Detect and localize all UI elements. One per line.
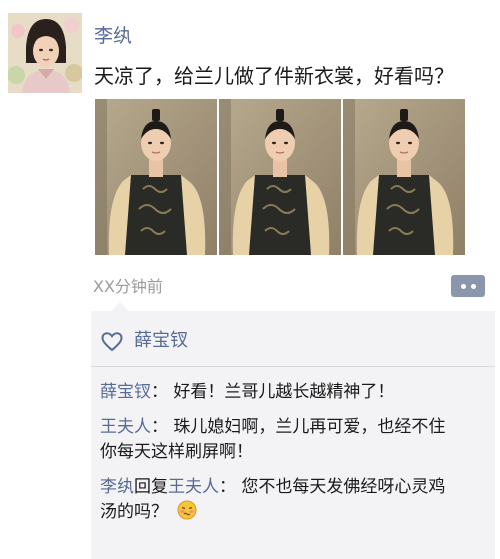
heart-outline-icon — [101, 332, 123, 352]
comment-text: 珠儿媳妇啊，兰儿再可爱，也经不住 — [173, 417, 446, 437]
comment-item[interactable]: 李纨回复王夫人： 您不也每天发佛经呀心灵鸡 汤的吗？ — [100, 475, 490, 525]
comment-separator: ： — [219, 477, 236, 497]
awkward-face-icon — [177, 500, 197, 520]
reply-word: 回复 — [134, 477, 168, 497]
likes-row: 薛宝钗 — [91, 311, 495, 367]
photo-image — [219, 99, 341, 255]
more-actions-button[interactable] — [451, 275, 485, 297]
post-text: 天凉了，给兰儿做了件新衣裳，好看吗？ — [94, 64, 454, 88]
post-photo-1[interactable] — [95, 99, 217, 255]
post-timestamp: XX分钟前 — [93, 277, 163, 296]
photo-image — [95, 99, 217, 255]
post-author-name[interactable]: 李纨 — [94, 24, 132, 48]
comment-area: 薛宝钗 薛宝钗： 好看！兰哥儿越长越精神了！ 王夫人： 珠儿媳妇啊，兰儿再可爱，… — [91, 302, 495, 559]
reply-target[interactable]: 王夫人 — [168, 477, 219, 497]
like-user-name[interactable]: 薛宝钗 — [134, 330, 188, 352]
comment-text: 汤的吗？ — [100, 502, 168, 522]
more-dots-icon — [460, 283, 466, 289]
photo-image — [343, 99, 465, 255]
post-photo-2[interactable] — [219, 99, 341, 255]
comment-author[interactable]: 王夫人 — [100, 417, 151, 437]
comment-text: 您不也每天发佛经呀心灵鸡 — [241, 477, 446, 497]
author-avatar[interactable] — [8, 13, 82, 93]
more-dots-icon — [470, 283, 476, 289]
comment-separator: ： — [151, 417, 168, 437]
comment-item[interactable]: 王夫人： 珠儿媳妇啊，兰儿再可爱，也经不住 你每天这样刷屏啊！ — [100, 415, 490, 465]
avatar-image — [8, 13, 82, 93]
comment-author[interactable]: 李纨 — [100, 477, 134, 497]
comment-text: 你每天这样刷屏啊！ — [100, 442, 253, 462]
comment-separator: ： — [151, 382, 168, 402]
comment-text: 好看！兰哥儿越长越精神了！ — [173, 382, 395, 402]
comment-author[interactable]: 薛宝钗 — [100, 382, 151, 402]
comment-item[interactable]: 薛宝钗： 好看！兰哥儿越长越精神了！ — [100, 380, 490, 405]
post-photo-3[interactable] — [343, 99, 465, 255]
